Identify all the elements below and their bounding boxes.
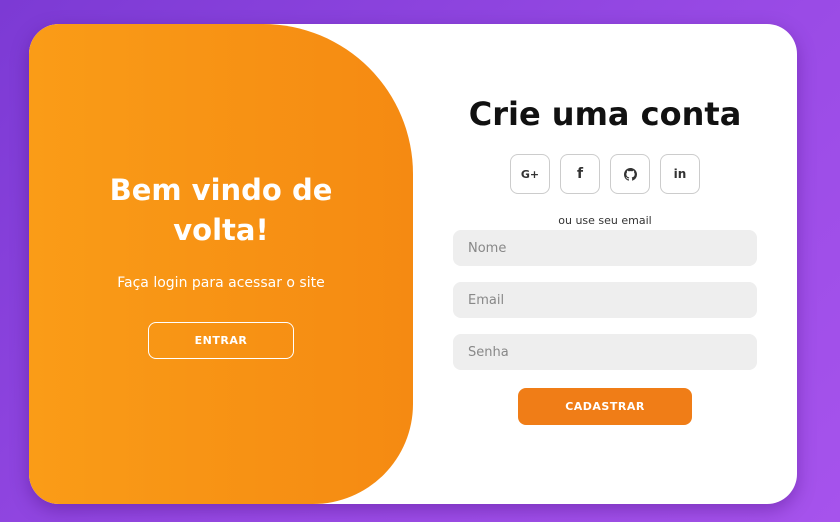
google-plus-button[interactable]: G+ (510, 154, 550, 194)
password-input[interactable] (453, 334, 757, 370)
welcome-title: Bem vindo de volta! (109, 173, 333, 247)
email-input[interactable] (453, 282, 757, 318)
signup-button[interactable]: CADASTRAR (518, 388, 692, 425)
facebook-icon: f (576, 166, 584, 182)
github-icon (623, 167, 637, 181)
linkedin-icon: in (673, 167, 687, 181)
github-button[interactable] (610, 154, 650, 194)
welcome-panel: Bem vindo de volta! Faça login para aces… (29, 24, 413, 504)
welcome-subtitle: Faça login para acessar o site (117, 275, 325, 291)
login-button[interactable]: ENTRAR (148, 322, 294, 359)
name-input[interactable] (453, 230, 757, 266)
auth-card: Bem vindo de volta! Faça login para aces… (29, 24, 797, 504)
divider-text: ou use seu email (558, 214, 652, 227)
signup-title: Crie uma conta (468, 95, 742, 133)
signup-panel: Crie uma conta G+ f in ou use seu email (413, 24, 797, 504)
facebook-button[interactable]: f (560, 154, 600, 194)
linkedin-button[interactable]: in (660, 154, 700, 194)
google-plus-icon: G+ (520, 167, 540, 181)
social-login-row: G+ f in (510, 154, 700, 194)
